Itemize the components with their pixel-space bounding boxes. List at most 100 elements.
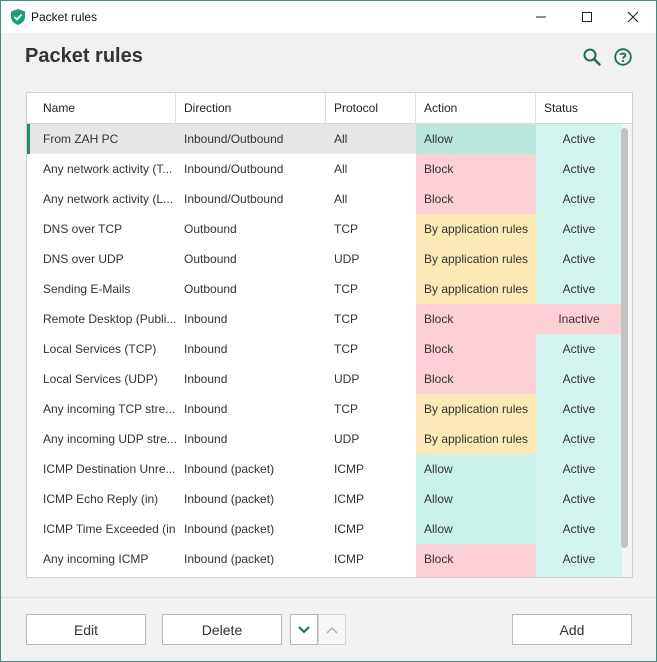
maximize-icon bbox=[582, 12, 592, 22]
protocol-cell: TCP bbox=[334, 402, 358, 416]
help-icon[interactable] bbox=[614, 48, 632, 66]
protocol-cell: UDP bbox=[334, 252, 360, 266]
column-header-action[interactable]: Action bbox=[416, 93, 536, 123]
protocol-cell: UDP bbox=[334, 432, 360, 446]
direction-cell bbox=[176, 574, 326, 577]
action-cell: Block bbox=[416, 304, 536, 334]
direction-cell: Inbound bbox=[184, 402, 228, 416]
scrollbar-thumb[interactable] bbox=[621, 128, 628, 548]
action-cell: By application rules bbox=[416, 214, 536, 244]
protocol-cell: TCP bbox=[334, 312, 358, 326]
direction-cell: Inbound bbox=[184, 432, 228, 446]
action-cell: By application rules bbox=[416, 394, 536, 424]
direction-cell: Inbound bbox=[184, 372, 228, 386]
table-row[interactable]: DNS over TCP Outbound TCP By application ru… bbox=[27, 214, 632, 244]
table-row[interactable]: ICMP Destination Unre... Inbound (packet)… bbox=[27, 454, 632, 484]
direction-cell: Inbound bbox=[184, 312, 228, 326]
minimize-icon bbox=[536, 16, 546, 18]
table-row[interactable]: Any network activity (T... Inbound/Outbou… bbox=[27, 154, 632, 184]
status-cell: Active bbox=[536, 394, 622, 424]
direction-cell: Inbound/Outbound bbox=[184, 132, 284, 146]
status-cell: Active bbox=[536, 184, 622, 214]
rule-name-cell: Remote Desktop (Publi... bbox=[43, 312, 176, 326]
table-row[interactable]: Any network activity (L... Inbound/Outbou… bbox=[27, 184, 632, 214]
direction-cell: Outbound bbox=[184, 252, 237, 266]
direction-cell: Inbound bbox=[184, 342, 228, 356]
column-header-name[interactable]: Name bbox=[35, 93, 176, 123]
table-row[interactable]: Local Services (UDP) Inbound UDP Block Activ… bbox=[27, 364, 632, 394]
action-cell: Allow bbox=[416, 454, 536, 484]
page-title: Packet rules bbox=[25, 45, 143, 67]
table-row[interactable]: ICMP Time Exceeded (in) Inbound (packet) I… bbox=[27, 514, 632, 544]
action-cell: Block bbox=[416, 574, 536, 577]
status-cell: Active bbox=[536, 574, 622, 577]
action-cell: By application rules bbox=[416, 244, 536, 274]
direction-cell: Inbound/Outbound bbox=[184, 162, 284, 176]
direction-cell: Inbound (packet) bbox=[184, 552, 275, 566]
action-cell: Block bbox=[416, 184, 536, 214]
status-cell: Active bbox=[536, 514, 622, 544]
status-cell: Active bbox=[536, 214, 622, 244]
rule-name-cell: ICMP Time Exceeded (in) bbox=[43, 522, 176, 536]
status-cell: Active bbox=[536, 454, 622, 484]
protocol-cell: TCP bbox=[334, 282, 358, 296]
rule-name-cell: DNS over UDP bbox=[43, 252, 124, 266]
rule-name-cell: Any network activity (L... bbox=[43, 192, 174, 206]
column-header-status[interactable]: Status bbox=[536, 93, 632, 123]
selection-indicator bbox=[27, 124, 30, 154]
table-row[interactable]: DNS over UDP Outbound UDP By application ru… bbox=[27, 244, 632, 274]
status-cell: Active bbox=[536, 484, 622, 514]
move-down-button[interactable] bbox=[290, 614, 318, 645]
title-bar: Packet rules bbox=[1, 1, 656, 33]
add-button[interactable]: Add bbox=[512, 614, 632, 645]
action-cell: Allow bbox=[416, 484, 536, 514]
action-cell: Block bbox=[416, 154, 536, 184]
move-up-button[interactable] bbox=[318, 614, 346, 645]
table-header: Name Direction Protocol Action Status bbox=[27, 93, 632, 124]
table-row[interactable]: From ZAH PC Inbound/Outbound All Allow Activ… bbox=[27, 124, 632, 154]
footer-divider bbox=[1, 597, 656, 598]
minimize-button[interactable] bbox=[518, 1, 564, 33]
table-row[interactable]: BlockActive bbox=[27, 574, 632, 577]
table-row[interactable]: Any incoming UDP stre... Inbound UDP By app… bbox=[27, 424, 632, 454]
rule-name-cell: Local Services (TCP) bbox=[43, 342, 157, 356]
direction-cell: Inbound/Outbound bbox=[184, 192, 284, 206]
table-row[interactable]: Any incoming TCP stre... Inbound TCP By app… bbox=[27, 394, 632, 424]
protocol-cell: All bbox=[334, 132, 348, 146]
edit-button[interactable]: Edit bbox=[26, 614, 146, 645]
protocol-cell bbox=[326, 574, 416, 577]
status-cell: Active bbox=[536, 124, 622, 154]
shield-check-icon bbox=[11, 9, 25, 25]
window-title: Packet rules bbox=[31, 10, 98, 24]
table-body: From ZAH PC Inbound/Outbound All Allow Activ… bbox=[27, 124, 632, 577]
rule-name-cell: Any network activity (T... bbox=[43, 162, 173, 176]
rule-name-cell: From ZAH PC bbox=[43, 132, 119, 146]
maximize-button[interactable] bbox=[564, 1, 610, 33]
action-cell: Block bbox=[416, 544, 536, 574]
rules-table: Name Direction Protocol Action Status Fr… bbox=[26, 92, 633, 578]
column-header-protocol[interactable]: Protocol bbox=[326, 93, 416, 123]
protocol-cell: All bbox=[334, 192, 348, 206]
status-cell: Inactive bbox=[536, 304, 622, 334]
table-row[interactable]: Any incoming ICMP Inbound (packet) ICMP Blo… bbox=[27, 544, 632, 574]
action-cell: By application rules bbox=[416, 274, 536, 304]
rule-name-cell: Any incoming ICMP bbox=[43, 552, 149, 566]
packet-rules-window: Packet rules Packet rules Name Direction… bbox=[0, 0, 657, 662]
rule-name-cell bbox=[35, 574, 176, 577]
delete-button[interactable]: Delete bbox=[162, 614, 282, 645]
table-row[interactable]: Sending E-Mails Outbound TCP By application… bbox=[27, 274, 632, 304]
rule-name-cell: DNS over TCP bbox=[43, 222, 123, 236]
close-button[interactable] bbox=[610, 1, 656, 33]
action-cell: Block bbox=[416, 334, 536, 364]
search-icon[interactable] bbox=[583, 48, 601, 66]
protocol-cell: All bbox=[334, 162, 348, 176]
table-row[interactable]: Remote Desktop (Publi... Inbound TCP Block I… bbox=[27, 304, 632, 334]
status-cell: Active bbox=[536, 364, 622, 394]
status-cell: Active bbox=[536, 154, 622, 184]
action-cell: Allow bbox=[416, 124, 536, 154]
table-row[interactable]: Local Services (TCP) Inbound TCP Block Activ… bbox=[27, 334, 632, 364]
chevron-up-icon bbox=[326, 626, 338, 634]
table-row[interactable]: ICMP Echo Reply (in) Inbound (packet) ICMP… bbox=[27, 484, 632, 514]
protocol-cell: UDP bbox=[334, 372, 360, 386]
column-header-direction[interactable]: Direction bbox=[176, 93, 326, 123]
